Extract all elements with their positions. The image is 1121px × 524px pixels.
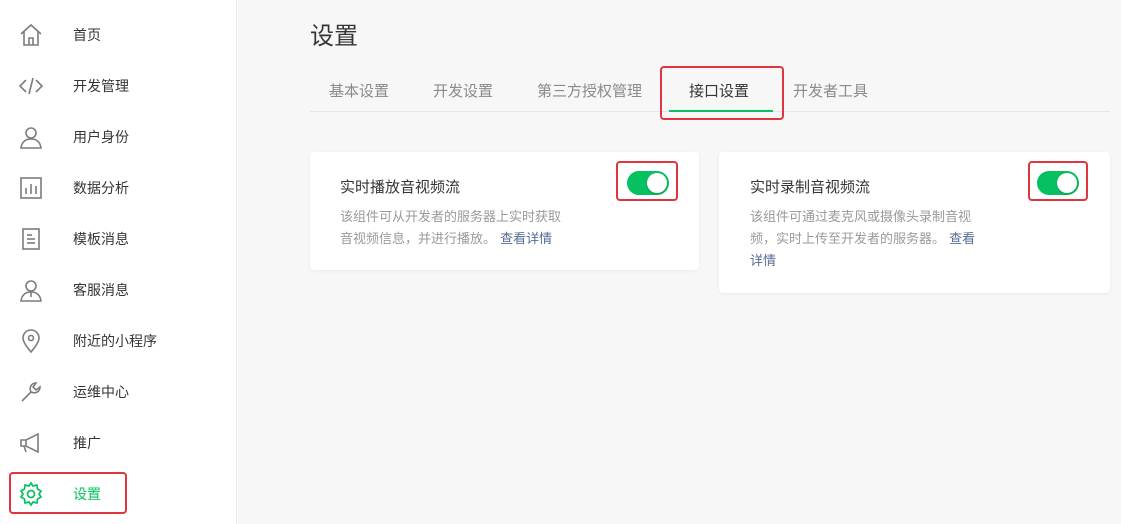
sidebar-item-label: 推广 bbox=[73, 436, 101, 452]
toggle-knob bbox=[647, 173, 667, 193]
tab-interface-settings[interactable]: 接口设置 bbox=[689, 80, 749, 101]
sidebar-item-template-messages[interactable]: 模板消息 bbox=[10, 219, 225, 259]
sidebar-item-label: 开发管理 bbox=[73, 79, 129, 95]
sidebar: 首页 开发管理 用户身份 数据分析 模板消息 客服消息 附近的小程序 运维中心 … bbox=[0, 0, 237, 524]
sidebar-item-label: 首页 bbox=[73, 28, 101, 44]
card-description-text: 音视频信息，并进行播放。 bbox=[340, 232, 497, 247]
live-player-card: 实时播放音视频流 该组件可从开发者的服务器上实时获取 音视频信息，并进行播放。 … bbox=[310, 152, 699, 270]
sidebar-item-dev-management[interactable]: 开发管理 bbox=[10, 66, 225, 106]
wrench-icon bbox=[18, 379, 44, 405]
tab-bar: 基本设置 开发设置 第三方授权管理 接口设置 开发者工具 bbox=[310, 66, 1110, 112]
active-tab-underline bbox=[669, 110, 773, 112]
sidebar-item-label: 用户身份 bbox=[73, 130, 129, 146]
document-icon bbox=[18, 226, 44, 252]
sidebar-item-customer-service[interactable]: 客服消息 bbox=[10, 270, 225, 310]
sidebar-item-user-identity[interactable]: 用户身份 bbox=[10, 117, 225, 157]
card-description-line: 音视频信息，并进行播放。 查看详情 bbox=[340, 229, 630, 251]
location-icon bbox=[18, 328, 44, 354]
sidebar-item-ops-center[interactable]: 运维中心 bbox=[10, 372, 225, 412]
main-content: 设置 基本设置 开发设置 第三方授权管理 接口设置 开发者工具 实时播放音视频流… bbox=[238, 0, 1121, 524]
megaphone-icon bbox=[18, 430, 44, 456]
home-icon bbox=[18, 22, 44, 48]
card-description-text: 频，实时上传至开发者的服务器。 bbox=[750, 232, 946, 247]
sidebar-item-settings[interactable]: 设置 bbox=[10, 474, 225, 514]
card-title: 实时播放音视频流 bbox=[340, 178, 461, 196]
card-description-line: 该组件可从开发者的服务器上实时获取 bbox=[340, 210, 562, 225]
gear-icon bbox=[18, 481, 44, 507]
card-description: 该组件可从开发者的服务器上实时获取 音视频信息，并进行播放。 查看详情 bbox=[340, 207, 630, 251]
service-icon bbox=[18, 277, 44, 303]
view-details-link[interactable]: 查看详情 bbox=[500, 232, 552, 247]
card-description-line: 详情 bbox=[750, 251, 1015, 273]
card-description-line: 该组件可通过麦克风或摄像头录制音视 bbox=[750, 210, 972, 225]
sidebar-item-label: 模板消息 bbox=[73, 232, 129, 248]
sidebar-item-data-analysis[interactable]: 数据分析 bbox=[10, 168, 225, 208]
sidebar-item-label: 运维中心 bbox=[73, 385, 129, 401]
view-details-link-continued[interactable]: 详情 bbox=[750, 254, 776, 269]
sidebar-item-home[interactable]: 首页 bbox=[10, 15, 225, 55]
tab-dev-settings[interactable]: 开发设置 bbox=[433, 80, 493, 101]
tab-third-party-auth[interactable]: 第三方授权管理 bbox=[537, 80, 642, 101]
card-description: 该组件可通过麦克风或摄像头录制音视 频，实时上传至开发者的服务器。 查看 详情 bbox=[750, 207, 1015, 273]
sidebar-item-label: 附近的小程序 bbox=[73, 334, 157, 350]
code-icon bbox=[18, 73, 44, 99]
live-pusher-card: 实时录制音视频流 该组件可通过麦克风或摄像头录制音视 频，实时上传至开发者的服务… bbox=[719, 152, 1110, 293]
sidebar-item-nearby-miniprograms[interactable]: 附近的小程序 bbox=[10, 321, 225, 361]
sidebar-item-promotion[interactable]: 推广 bbox=[10, 423, 225, 463]
card-description-line: 频，实时上传至开发者的服务器。 查看 bbox=[750, 229, 1015, 251]
view-details-link[interactable]: 查看 bbox=[949, 232, 975, 247]
chart-icon bbox=[18, 175, 44, 201]
live-pusher-toggle[interactable] bbox=[1037, 171, 1079, 195]
card-title: 实时录制音视频流 bbox=[750, 178, 871, 196]
toggle-knob bbox=[1057, 173, 1077, 193]
user-icon bbox=[18, 124, 44, 150]
live-player-toggle[interactable] bbox=[627, 171, 669, 195]
sidebar-item-label: 客服消息 bbox=[73, 283, 129, 299]
sidebar-item-label: 设置 bbox=[73, 487, 101, 503]
tab-developer-tools[interactable]: 开发者工具 bbox=[793, 80, 868, 101]
page-title: 设置 bbox=[310, 22, 358, 50]
sidebar-item-label: 数据分析 bbox=[73, 181, 129, 197]
tab-basic-settings[interactable]: 基本设置 bbox=[329, 80, 389, 101]
